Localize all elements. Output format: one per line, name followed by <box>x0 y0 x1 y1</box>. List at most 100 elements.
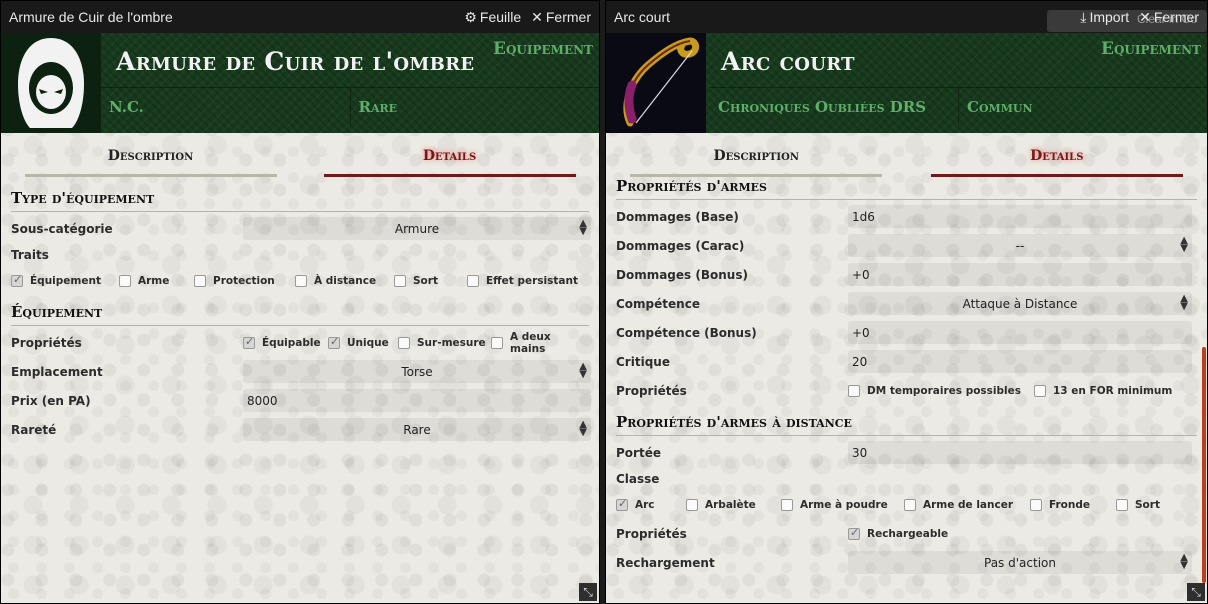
trait-a-distance[interactable]: À distance <box>295 275 376 287</box>
trait-label: Équipement <box>30 275 101 287</box>
critique-input[interactable]: 20 <box>848 350 1192 373</box>
prop-sur-mesure[interactable]: Sur-mesure <box>398 336 486 349</box>
comp-bonus-input[interactable]: +0 <box>848 321 1192 344</box>
dmg-bonus-input[interactable]: +0 <box>848 263 1192 286</box>
trait-protection[interactable]: Protection <box>194 275 275 287</box>
checkbox[interactable] <box>467 275 479 287</box>
checkbox[interactable] <box>243 335 255 349</box>
comp-bonus-label: Compétence (Bonus) <box>616 325 757 340</box>
tab-details[interactable]: Details <box>323 139 576 177</box>
item-source[interactable]: Chroniques Oubliées DRS <box>710 88 958 125</box>
tab-description[interactable]: Description <box>24 139 277 177</box>
classe-fronde[interactable]: Fronde <box>1030 499 1090 511</box>
competence-select[interactable]: Attaque à Distance ▲ ▼ <box>848 292 1192 315</box>
window-title: Armure de Cuir de l'ombre <box>9 9 173 25</box>
prop-label: Rechargeable <box>867 527 949 540</box>
classe-sort[interactable]: Sort <box>1116 499 1160 511</box>
classe-arbalete[interactable]: Arbalète <box>686 499 756 511</box>
checkbox[interactable] <box>11 273 23 287</box>
prop-13-for-minimum[interactable]: 13 en FOR minimum <box>1034 384 1172 397</box>
traits-checkboxes: Équipement Arme Protection À distance So… <box>11 267 589 295</box>
details-panel: Propriétés d'armes Dommages (Base) 1d6 D… <box>616 169 1197 577</box>
checkbox[interactable] <box>686 499 698 511</box>
close-button-label: Fermer <box>1153 9 1199 25</box>
classe-arme-de-lancer[interactable]: Arme de lancer <box>904 499 1013 511</box>
trait-sort[interactable]: Sort <box>394 275 438 287</box>
trait-equipement[interactable]: Équipement <box>11 273 101 287</box>
item-portrait[interactable] <box>1 33 101 133</box>
checkbox[interactable] <box>194 275 206 287</box>
prop-unique[interactable]: Unique <box>328 335 389 349</box>
checkbox[interactable] <box>328 335 340 349</box>
trait-label: À distance <box>314 275 377 287</box>
emplacement-select[interactable]: Torse ▲ ▼ <box>243 360 591 383</box>
prix-label: Prix (en PA) <box>11 393 91 408</box>
rechargement-select[interactable]: Pas d'action ▲ ▼ <box>848 551 1192 574</box>
sheet-button[interactable]: ⚙ Feuille <box>464 9 521 26</box>
item-rarity[interactable]: Rare <box>349 88 600 125</box>
close-button[interactable]: ✕ Fermer <box>1139 9 1199 26</box>
import-button[interactable]: ⤓ Import <box>1080 9 1129 26</box>
rarete-row: Rareté Rare ▲ ▼ <box>11 415 591 444</box>
item-source[interactable]: N.C. <box>101 88 350 125</box>
section-type-equipement: Type d'équipement <box>11 181 589 212</box>
souscat-select[interactable]: Armure ▲ ▼ <box>243 217 591 240</box>
prop-equipable[interactable]: Équipable <box>243 335 321 349</box>
window-titlebar[interactable]: Clear in Co Arc court ⤓ Import ✕ Fermer <box>606 1 1207 33</box>
item-name[interactable]: Arc court <box>721 47 855 76</box>
item-sheet-armure: Armure de Cuir de l'ombre ⚙ Feuille ✕ Ferm… <box>0 0 600 604</box>
competence-value: Attaque à Distance <box>962 296 1078 311</box>
classe-label: Classe <box>616 472 660 486</box>
trait-label: Protection <box>213 275 275 287</box>
checkbox[interactable] <box>848 526 860 540</box>
dmg-carac-label: Dommages (Carac) <box>616 238 745 253</box>
item-portrait[interactable] <box>606 33 706 133</box>
prop-label: Équipable <box>262 336 321 349</box>
classe-item-label: Fronde <box>1049 499 1091 511</box>
trait-effet-persistant[interactable]: Effet persistant <box>467 275 578 287</box>
prop-deux-mains[interactable]: A deux mains <box>491 331 589 355</box>
props-row: Propriétés Équipable Unique Sur-mesure A… <box>11 328 589 357</box>
emplacement-value: Torse <box>401 364 433 379</box>
prix-input[interactable]: 8000 <box>243 389 591 412</box>
trait-arme[interactable]: Arme <box>119 275 169 287</box>
select-arrows-icon: ▲ ▼ <box>1180 293 1188 312</box>
item-rarity[interactable]: Commun <box>958 88 1207 125</box>
souscat-value: Armure <box>394 221 440 236</box>
window-titlebar[interactable]: Armure de Cuir de l'ombre ⚙ Feuille ✕ Ferm… <box>1 1 599 33</box>
checkbox[interactable] <box>1116 499 1128 511</box>
checkbox[interactable] <box>904 499 916 511</box>
checkbox[interactable] <box>1030 499 1042 511</box>
dmg-base-row: Dommages (Base) 1d6 <box>616 202 1197 231</box>
competence-row: Compétence Attaque à Distance ▲ ▼ <box>616 289 1197 318</box>
dmg-base-input[interactable]: 1d6 <box>848 205 1192 228</box>
checkbox[interactable] <box>394 275 406 287</box>
checkbox[interactable] <box>398 336 410 349</box>
scrollbar[interactable] <box>1202 347 1206 583</box>
item-sheet-arc: Clear in Co Arc court ⤓ Import ✕ Fermer Ar… <box>605 0 1208 604</box>
checkbox[interactable] <box>848 384 860 397</box>
prop-rechargeable[interactable]: Rechargeable <box>848 526 949 540</box>
resize-handle-icon[interactable]: ⤡ <box>1187 583 1205 601</box>
rechargement-value: Pas d'action <box>984 555 1056 570</box>
import-button-label: Import <box>1089 9 1130 25</box>
checkbox[interactable] <box>295 275 307 287</box>
portee-input[interactable]: 30 <box>848 441 1192 464</box>
classe-checkboxes: Arc Arbalète Arme à poudre Arme de lance… <box>616 491 1197 519</box>
classe-item-label: Sort <box>1135 499 1160 511</box>
resize-handle-icon[interactable]: ⤡ <box>579 583 597 601</box>
classe-arme-a-poudre[interactable]: Arme à poudre <box>781 499 888 511</box>
item-name[interactable]: Armure de Cuir de l'ombre <box>116 47 474 76</box>
prop-dm-temporaires[interactable]: DM temporaires possibles <box>848 384 1021 397</box>
close-button[interactable]: ✕ Fermer <box>531 9 591 26</box>
checkbox[interactable] <box>781 499 793 511</box>
dmg-carac-select[interactable]: -- ▲ ▼ <box>848 234 1192 257</box>
rarete-select[interactable]: Rare ▲ ▼ <box>243 418 591 441</box>
checkbox[interactable] <box>491 336 503 349</box>
classe-arc[interactable]: Arc <box>616 497 655 511</box>
download-icon: ⤓ <box>1080 8 1087 25</box>
checkbox[interactable] <box>1034 384 1046 397</box>
checkbox[interactable] <box>119 275 131 287</box>
traits-label: Traits <box>11 248 49 262</box>
checkbox[interactable] <box>616 497 628 511</box>
